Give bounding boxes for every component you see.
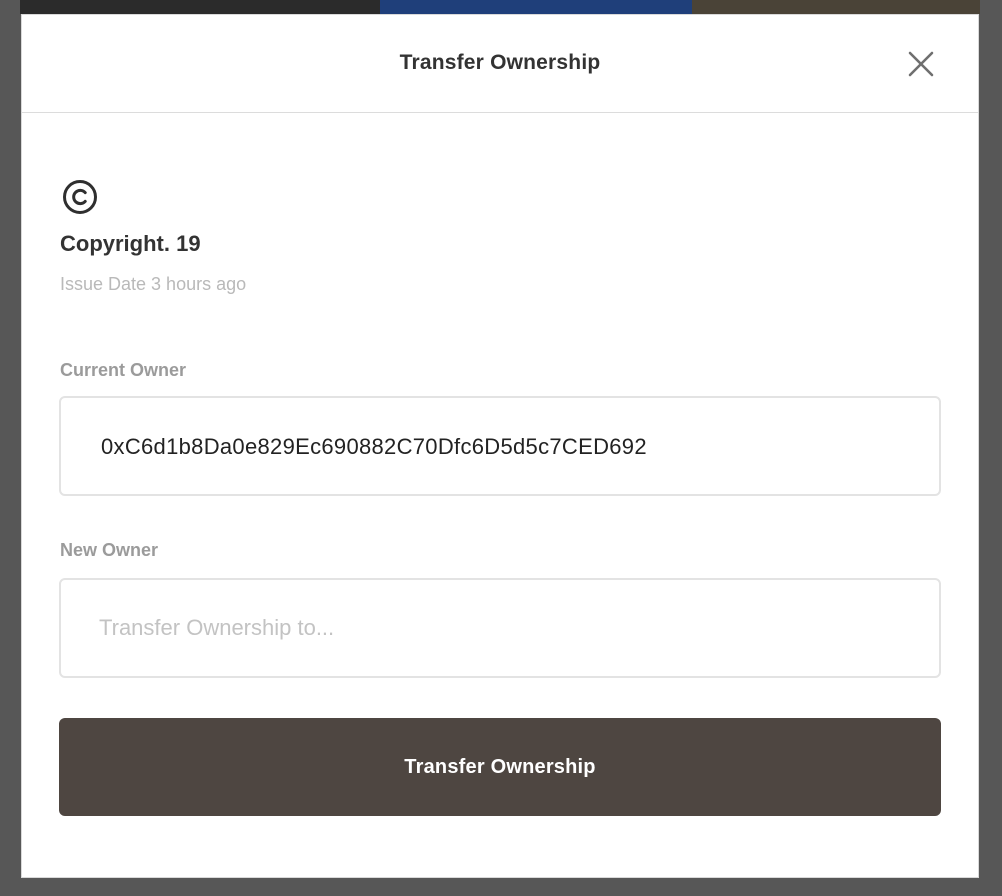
- current-owner-field: 0xC6d1b8Da0e829Ec690882C70Dfc6D5d5c7CED6…: [59, 396, 941, 496]
- new-owner-field-box: [59, 578, 941, 678]
- close-icon: [908, 51, 934, 77]
- copyright-icon: [63, 180, 97, 214]
- modal-header: Transfer Ownership: [22, 15, 978, 113]
- current-owner-label: Current Owner: [60, 360, 187, 380]
- item-title: Copyright. 19: [60, 231, 201, 256]
- new-owner-input[interactable]: [99, 580, 899, 676]
- background-image-blue: [380, 0, 692, 14]
- new-owner-label: New Owner: [60, 540, 159, 560]
- transfer-ownership-button-label: Transfer Ownership: [404, 755, 596, 778]
- issue-date: Issue Date 3 hours ago: [60, 274, 247, 294]
- modal-title: Transfer Ownership: [399, 51, 601, 74]
- background-image-tan: [692, 0, 980, 14]
- close-button[interactable]: [906, 49, 936, 79]
- transfer-ownership-modal: Transfer Ownership Copyright. 19 Issue D…: [21, 14, 979, 878]
- transfer-ownership-button[interactable]: Transfer Ownership: [59, 718, 941, 816]
- current-owner-address: 0xC6d1b8Da0e829Ec690882C70Dfc6D5d5c7CED6…: [101, 434, 647, 459]
- background-page-strip: [20, 0, 980, 14]
